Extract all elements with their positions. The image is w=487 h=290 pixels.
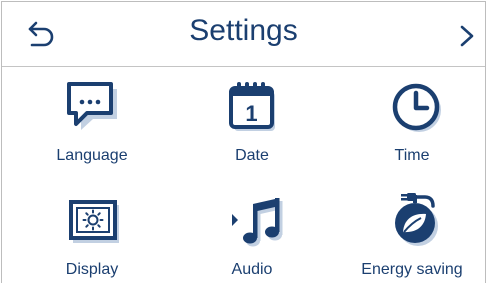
chevron-right-icon[interactable] [457, 24, 477, 48]
page-title: Settings [189, 14, 298, 47]
audio-tile[interactable]: Audio [177, 190, 327, 290]
time-label: Time [394, 147, 430, 164]
date-tile[interactable]: 1 Date [177, 72, 327, 172]
display-tile[interactable]: Display [17, 190, 167, 290]
language-label: Language [56, 147, 128, 164]
energy-saving-label: Energy saving [361, 261, 463, 278]
calendar-icon: 1 [229, 82, 275, 131]
eco-plug-leaf-icon [395, 193, 438, 246]
clock-icon [392, 83, 441, 132]
energy-saving-tile[interactable]: Energy saving [337, 190, 487, 290]
speech-bubble-icon [67, 82, 117, 130]
display-label: Display [65, 261, 119, 278]
music-note-icon [232, 198, 283, 247]
audio-label: Audio [231, 261, 273, 278]
language-tile[interactable]: Language [17, 72, 167, 172]
time-tile[interactable]: Time [337, 72, 487, 172]
display-brightness-icon [69, 200, 119, 243]
date-label: Date [235, 147, 269, 164]
settings-screen: Settings Language 1 Date Time Display Au… [1, 1, 486, 283]
header-bar: Settings [2, 2, 485, 67]
calendar-day-number: 1 [245, 101, 257, 126]
